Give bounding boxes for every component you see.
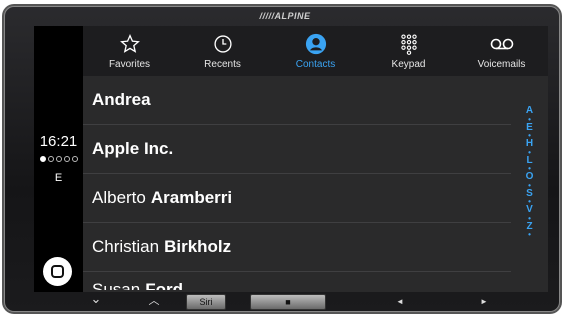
siri-button[interactable]: Siri [186,294,226,310]
contact-last-name: Ford [145,280,183,290]
tab-label: Keypad [391,59,426,70]
contacts-list[interactable]: Andrea Apple Inc. Alberto Aramberri Chri… [83,76,511,292]
contact-first-name: Susan [92,280,141,290]
clock: 16:21 [39,133,78,150]
contact-first-name: Andrea [92,90,151,109]
alphabet-index[interactable]: A • E • H • L • O • S • V • Z • [511,76,548,292]
carplay-screen: 16:21 E Favorites Recents Contacts Keypa… [34,26,548,292]
voicemail-icon [490,32,514,56]
list-item[interactable]: Apple Inc. [83,125,511,174]
tab-label: Contacts [295,59,336,70]
scroll-down-button[interactable]: ⌄ [86,292,106,310]
tab-label: Voicemails [477,59,526,70]
star-icon [118,32,142,56]
next-button[interactable]: ► [476,294,492,310]
network-type: E [54,172,63,184]
contact-first-name: Apple Inc. [92,139,174,158]
contact-last-name: Aramberri [150,188,233,207]
tab-favorites[interactable]: Favorites [83,26,176,76]
tab-label: Favorites [108,59,151,70]
clock-icon [211,32,235,56]
list-item[interactable]: Alberto Aramberri [83,174,511,223]
tab-keypad[interactable]: Keypad [362,26,455,76]
list-item[interactable]: Susan Ford [83,272,511,290]
tab-voicemails[interactable]: Voicemails [455,26,548,76]
contact-first-name: Alberto [92,188,146,207]
home-button[interactable] [43,257,72,286]
tab-label: Recents [204,59,241,70]
list-item[interactable]: Christian Birkholz [83,223,511,272]
signal-strength [40,156,78,162]
keypad-icon [397,32,421,56]
contact-first-name: Christian [92,237,160,256]
index-dot[interactable]: • [528,231,531,239]
person-icon [304,32,328,56]
status-rail: 16:21 E [34,26,83,292]
tab-contacts[interactable]: Contacts [269,26,362,76]
tab-bar: Favorites Recents Contacts Keypad Voicem… [83,26,548,76]
brand-logo: /////ALPINE [259,11,311,21]
stop-button[interactable]: ■ [250,294,326,310]
scroll-up-button[interactable]: ︿ [144,294,164,310]
contact-last-name: Birkholz [164,237,232,256]
previous-button[interactable]: ◄ [392,294,408,310]
list-item[interactable]: Andrea [83,76,511,125]
tab-recents[interactable]: Recents [176,26,269,76]
